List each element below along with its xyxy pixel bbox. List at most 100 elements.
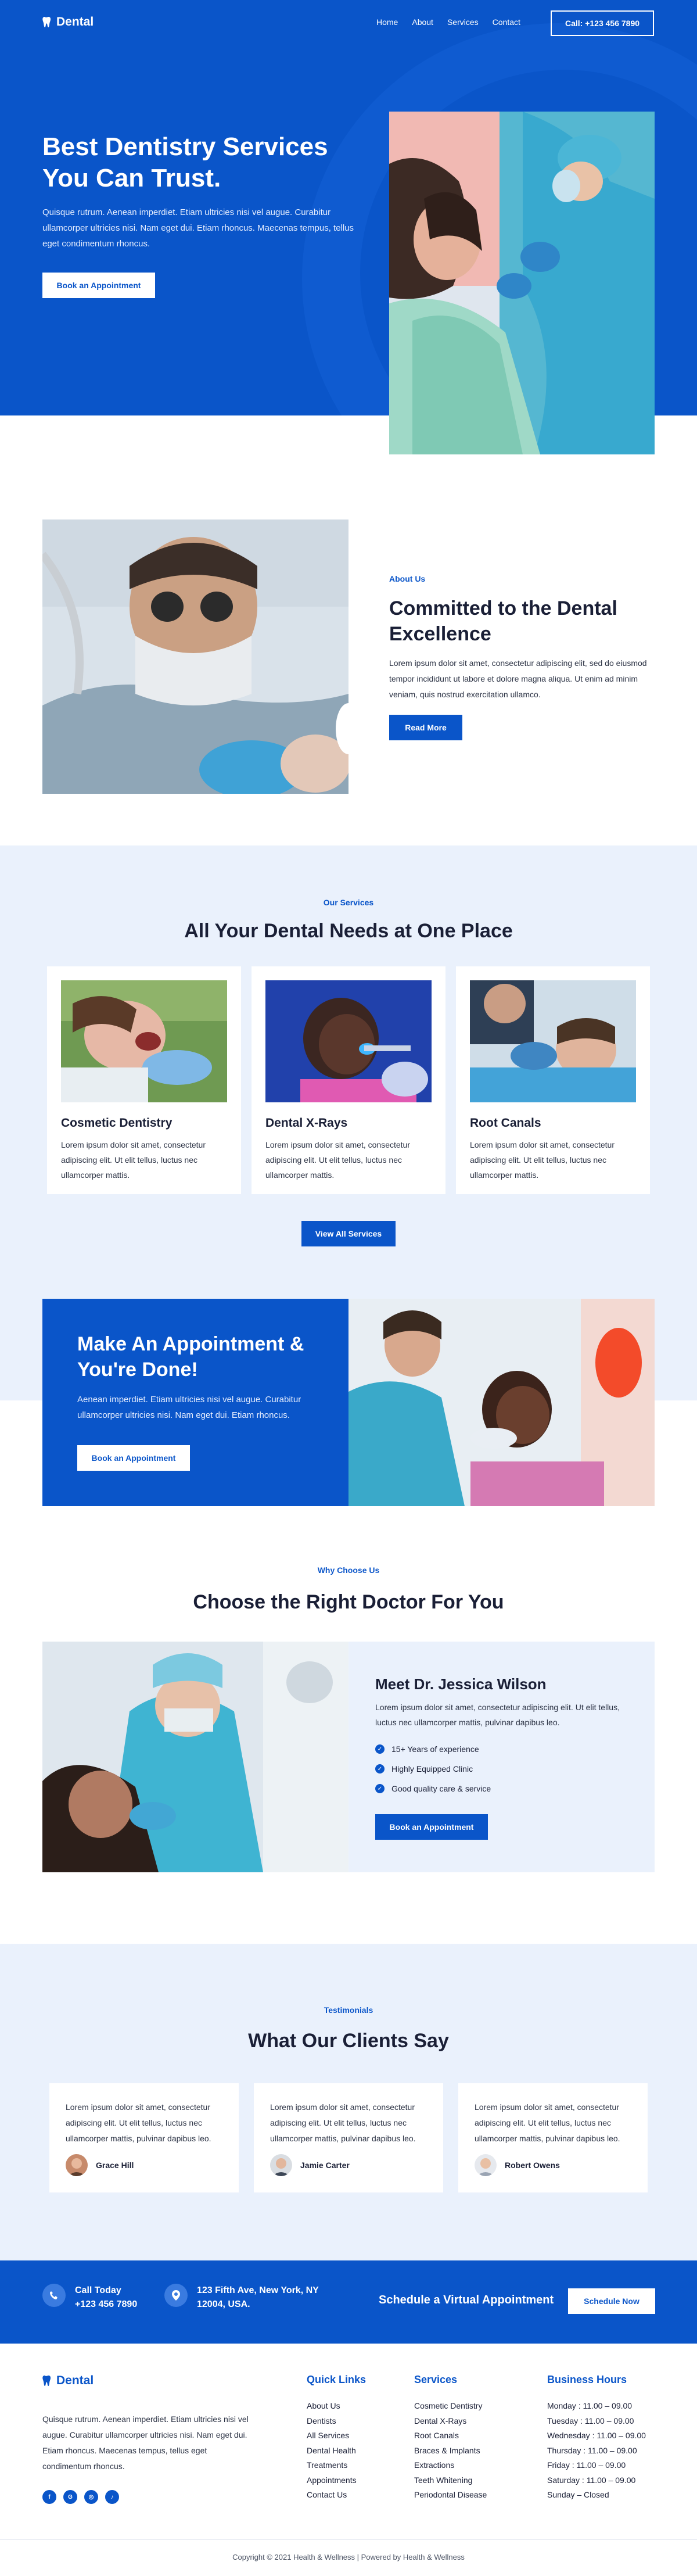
- testimonials-label: Testimonials: [324, 2005, 373, 2015]
- testimonial-name: Jamie Carter: [300, 2161, 350, 2170]
- nav-home[interactable]: Home: [376, 17, 398, 27]
- call-button[interactable]: Call: +123 456 7890: [551, 10, 654, 36]
- avatar: [475, 2154, 497, 2176]
- footer-link[interactable]: All Services: [307, 2428, 366, 2444]
- footer-link[interactable]: Root Canals: [414, 2428, 487, 2444]
- social-links: f G ◎ ♪: [42, 2490, 119, 2504]
- doctor-book-button[interactable]: Book an Appointment: [375, 1814, 488, 1840]
- appointment-book-button[interactable]: Book an Appointment: [77, 1445, 190, 1471]
- view-all-services-button[interactable]: View All Services: [301, 1221, 396, 1246]
- testimonial-name: Robert Owens: [505, 2161, 560, 2170]
- testimonial-person: Jamie Carter: [270, 2154, 350, 2176]
- service-card-xrays[interactable]: Dental X-Rays Lorem ipsum dolor sit amet…: [252, 966, 445, 1194]
- footer-link[interactable]: Treatments: [307, 2458, 366, 2473]
- footer-hours: Business Hours Monday : 11.00 – 09.00 Tu…: [547, 2374, 646, 2503]
- footer-link[interactable]: Appointments: [307, 2473, 366, 2488]
- about-title: Committed to the Dental Excellence: [389, 597, 617, 645]
- instagram-icon[interactable]: ◎: [84, 2490, 98, 2504]
- service-photo-cosmetic: [61, 980, 227, 1102]
- service-text: Lorem ipsum dolor sit amet, consectetur …: [265, 1140, 410, 1180]
- cta-call-number: +123 456 7890: [75, 2299, 138, 2309]
- footer-services: Services Cosmetic Dentistry Dental X-Ray…: [414, 2374, 487, 2503]
- tooth-icon: [42, 17, 51, 27]
- facebook-icon[interactable]: f: [42, 2490, 56, 2504]
- testimonial-person: Robert Owens: [475, 2154, 560, 2176]
- schedule-now-button[interactable]: Schedule Now: [568, 2288, 655, 2314]
- testimonial-person: Grace Hill: [66, 2154, 134, 2176]
- nav-contact[interactable]: Contact: [493, 17, 520, 27]
- footer-link[interactable]: Periodontal Disease: [414, 2488, 487, 2503]
- hero-text: Quisque rutrum. Aenean imperdiet. Etiam …: [42, 207, 354, 249]
- avatar: [66, 2154, 88, 2176]
- service-photo-xrays: [265, 980, 432, 1102]
- footer-link[interactable]: Dental X-Rays: [414, 2414, 487, 2429]
- about-photo-dentist-loupes: [42, 520, 348, 794]
- footer-col-title: Business Hours: [547, 2374, 627, 2385]
- footer-link[interactable]: Extractions: [414, 2458, 487, 2473]
- nav-about[interactable]: About: [412, 17, 433, 27]
- testimonial-text: Lorem ipsum dolor sit amet, consectetur …: [66, 2102, 211, 2143]
- service-card-root-canals[interactable]: Root Canals Lorem ipsum dolor sit amet, …: [456, 966, 650, 1194]
- google-icon[interactable]: G: [63, 2490, 77, 2504]
- doctor-text: Lorem ipsum dolor sit amet, consectetur …: [375, 1703, 620, 1727]
- testimonial-card: Lorem ipsum dolor sit amet, consectetur …: [49, 2083, 239, 2192]
- services-label: Our Services: [323, 898, 374, 907]
- footer-link[interactable]: Cosmetic Dentistry: [414, 2399, 487, 2414]
- footer-divider: [0, 2539, 697, 2540]
- hours-item: Wednesday : 11.00 – 09.00: [547, 2431, 646, 2440]
- doctor-panel: Meet Dr. Jessica Wilson Lorem ipsum dolo…: [348, 1642, 655, 1872]
- logo[interactable]: Dental: [42, 15, 94, 29]
- appointment-photo-dentist-patient: [348, 1299, 655, 1506]
- service-title: Root Canals: [470, 1116, 541, 1130]
- copyright: Copyright © 2021 Health & Wellness | Pow…: [232, 2553, 465, 2561]
- footer-link[interactable]: Dental Health: [307, 2444, 366, 2459]
- footer-link[interactable]: Teeth Whitening: [414, 2473, 487, 2488]
- doctor-photo: [42, 1642, 348, 1872]
- testimonial-card: Lorem ipsum dolor sit amet, consectetur …: [458, 2083, 648, 2192]
- appointment-text: Aenean imperdiet. Etiam ultricies nisi v…: [77, 1395, 301, 1420]
- footer-link[interactable]: Contact Us: [307, 2488, 366, 2503]
- service-title: Dental X-Rays: [265, 1116, 348, 1130]
- hours-item: Tuesday : 11.00 – 09.00: [547, 2416, 634, 2425]
- hero-book-button[interactable]: Book an Appointment: [42, 273, 155, 298]
- service-text: Lorem ipsum dolor sit amet, consectetur …: [470, 1140, 615, 1180]
- footer-link[interactable]: About Us: [307, 2399, 366, 2414]
- about-text: Lorem ipsum dolor sit amet, consectetur …: [389, 658, 647, 699]
- service-card-cosmetic[interactable]: Cosmetic Dentistry Lorem ipsum dolor sit…: [47, 966, 241, 1194]
- footer-logo[interactable]: Dental: [42, 2374, 94, 2388]
- testimonial-text: Lorem ipsum dolor sit amet, consectetur …: [475, 2102, 620, 2143]
- testimonials-title: What Our Clients Say: [248, 2030, 449, 2052]
- footer-link[interactable]: Dentists: [307, 2414, 366, 2429]
- doctor-name: Meet Dr. Jessica Wilson: [375, 1675, 547, 1693]
- hours-item: Friday : 11.00 – 09.00: [547, 2460, 626, 2470]
- tooth-icon: [42, 2376, 51, 2386]
- check-icon: ✓: [375, 1764, 385, 1774]
- hours-item: Thursday : 11.00 – 09.00: [547, 2445, 637, 2455]
- cta-call[interactable]: Call Today +123 456 7890: [42, 2284, 137, 2312]
- feature-item: ✓ Highly Equipped Clinic: [375, 1759, 491, 1779]
- doctor-features: ✓ 15+ Years of experience ✓ Highly Equippe…: [375, 1739, 491, 1798]
- footer-quick-links: Quick Links About Us Dentists All Servic…: [307, 2374, 366, 2503]
- cta-bar: Call Today +123 456 7890 123 Fifth Ave, …: [0, 2260, 697, 2344]
- hero-title: Best Dentistry Services You Can Trust.: [42, 132, 328, 192]
- hours-item: Monday : 11.00 – 09.00: [547, 2401, 633, 2410]
- cta-title: Schedule a Virtual Appointment: [379, 2294, 554, 2306]
- cta-address-line2: 12004, USA.: [197, 2299, 250, 2309]
- tiktok-icon[interactable]: ♪: [105, 2490, 119, 2504]
- testimonial-name: Grace Hill: [96, 2161, 134, 2170]
- appointment-panel: Make An Appointment & You're Done! Aenea…: [42, 1299, 348, 1506]
- service-title: Cosmetic Dentistry: [61, 1116, 173, 1130]
- read-more-button[interactable]: Read More: [389, 715, 462, 740]
- cta-address-line1: 123 Fifth Ave, New York, NY: [197, 2285, 319, 2295]
- about-photo-notch: [336, 703, 361, 754]
- feature-item: ✓ 15+ Years of experience: [375, 1739, 491, 1759]
- check-icon: ✓: [375, 1744, 385, 1754]
- appointment-title: Make An Appointment & You're Done!: [77, 1333, 304, 1381]
- testimonial-card: Lorem ipsum dolor sit amet, consectetur …: [254, 2083, 443, 2192]
- hours-item: Sunday – Closed: [547, 2490, 609, 2499]
- footer-link[interactable]: Braces & Implants: [414, 2444, 487, 2459]
- service-photo-root-canals: [470, 980, 636, 1102]
- services-title: All Your Dental Needs at One Place: [184, 920, 513, 942]
- nav-services[interactable]: Services: [447, 17, 479, 27]
- testimonial-text: Lorem ipsum dolor sit amet, consectetur …: [270, 2102, 416, 2143]
